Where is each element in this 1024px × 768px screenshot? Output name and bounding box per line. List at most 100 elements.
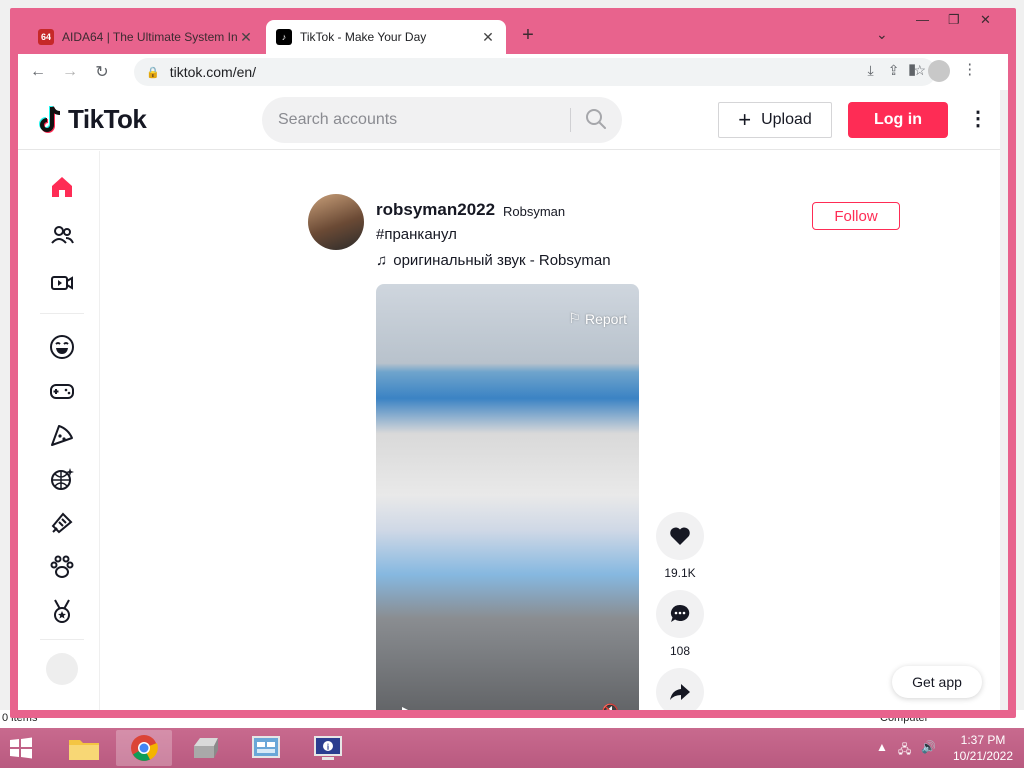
share-icon[interactable]: ⇪: [888, 62, 900, 79]
dance-icon[interactable]: [48, 465, 76, 493]
new-tab-button[interactable]: +: [516, 24, 540, 48]
gaming-icon[interactable]: [48, 377, 76, 405]
chrome-icon: [131, 735, 158, 761]
following-icon[interactable]: [48, 221, 76, 249]
author-avatar[interactable]: [308, 194, 364, 250]
sports-icon[interactable]: [48, 597, 76, 625]
browser-window: 64 AIDA64 | The Ultimate System In ✕ ♪ T…: [10, 8, 1016, 718]
tab-aida64[interactable]: 64 AIDA64 | The Ultimate System In ✕: [28, 20, 264, 54]
tiktok-page: TikTok + Upload Log in ⋮: [18, 90, 1008, 710]
food-icon[interactable]: [48, 421, 76, 449]
like-count: 19.1K: [664, 566, 696, 580]
minimize-icon[interactable]: —: [916, 12, 929, 27]
play-icon[interactable]: ▶: [402, 703, 413, 710]
lock-icon: 🔒: [146, 66, 160, 79]
taskbar-system-info[interactable]: i: [300, 730, 356, 766]
tab-strip: 64 AIDA64 | The Ultimate System In ✕ ♪ T…: [10, 8, 1016, 54]
search-divider: [570, 108, 571, 132]
aida64-favicon: 64: [38, 29, 54, 45]
login-button[interactable]: Log in: [848, 102, 948, 138]
system-tray: ▲ 🖧 🔊: [876, 740, 936, 761]
system-info-icon: i: [314, 736, 342, 760]
home-icon[interactable]: [48, 173, 76, 201]
close-window-icon[interactable]: ✕: [980, 12, 991, 28]
install-icon[interactable]: ⤓: [868, 62, 874, 79]
get-app-button[interactable]: Get app: [892, 666, 982, 698]
tiktok-sidebar: [18, 151, 100, 710]
comment-icon: [670, 604, 690, 622]
tab-title: TikTok - Make Your Day: [300, 30, 427, 44]
like-button[interactable]: [656, 512, 704, 560]
animals-icon[interactable]: [48, 553, 76, 581]
start-button[interactable]: [6, 734, 40, 762]
upload-label: Upload: [761, 111, 812, 128]
tiktok-header: TikTok + Upload Log in ⋮: [18, 90, 1008, 150]
flag-icon: ⚐: [568, 310, 581, 326]
heart-icon: [670, 527, 690, 545]
tiktok-wordmark: TikTok: [68, 104, 147, 134]
taskbar: i ▲ 🖧 🔊 1:37 PM 10/21/2022: [0, 728, 1024, 768]
network-icon[interactable]: 🖧: [898, 740, 911, 761]
music-note-icon: ♫: [376, 252, 388, 269]
comment-button[interactable]: [656, 590, 704, 638]
side-panel-icon[interactable]: ▮: [908, 60, 916, 82]
upload-button[interactable]: + Upload: [718, 102, 832, 138]
folder-icon: [69, 740, 99, 760]
follow-button[interactable]: Follow: [812, 202, 900, 230]
sidebar-divider: [40, 639, 84, 640]
share-button[interactable]: [656, 668, 704, 710]
page-scrollbar[interactable]: [1000, 90, 1008, 710]
close-tab-icon[interactable]: ✕: [480, 29, 496, 46]
comedy-icon[interactable]: [48, 333, 76, 361]
maximize-icon[interactable]: ❐: [948, 12, 960, 28]
tab-tiktok[interactable]: ♪ TikTok - Make Your Day ✕: [266, 20, 506, 54]
plus-icon: +: [738, 107, 752, 132]
tiktok-logo-icon: [39, 105, 61, 133]
taskbar-disk-tool[interactable]: [178, 730, 234, 766]
video-player[interactable]: ⚐ Report ▶ 🔇: [376, 284, 639, 710]
taskbar-chrome[interactable]: [116, 730, 172, 766]
beauty-icon[interactable]: [48, 509, 76, 537]
volume-icon[interactable]: 🔊: [921, 740, 936, 761]
sidebar-divider: [40, 313, 84, 314]
forward-arrow-icon[interactable]: →: [54, 56, 86, 88]
sidebar-avatar-placeholder[interactable]: [46, 653, 78, 685]
taskbar-control-panel[interactable]: [238, 730, 294, 766]
clock-date: 10/21/2022: [952, 749, 1014, 763]
muted-speaker-icon[interactable]: 🔇: [602, 703, 619, 710]
windows-logo-icon: [10, 737, 32, 759]
browser-toolbar: ← → ↻ 🔒 tiktok.com/en/ ⤓ ⇪ ☆ ▮ ⋮: [18, 54, 1008, 90]
tab-title: AIDA64 | The Ultimate System In: [62, 30, 238, 44]
control-panel-icon: [252, 736, 280, 758]
video-feed: robsyman2022 Robsyman #пранканул ♫ ориги…: [306, 182, 906, 710]
toolbar-right: ▮ ⋮: [908, 60, 977, 82]
tray-expand-icon[interactable]: ▲: [876, 740, 888, 761]
tab-search-chevron-icon[interactable]: ⌄: [876, 26, 888, 43]
more-options-icon[interactable]: ⋮: [968, 106, 988, 131]
address-bar[interactable]: 🔒 tiktok.com/en/ ⤓ ⇪ ☆: [134, 58, 936, 86]
tiktok-favicon: ♪: [276, 29, 292, 45]
music-title: оригинальный звук - Robsyman: [393, 252, 611, 269]
close-tab-icon[interactable]: ✕: [238, 29, 254, 46]
clock-time: 1:37 PM: [960, 733, 1006, 747]
report-button[interactable]: ⚐ Report: [568, 310, 627, 327]
search-input[interactable]: [278, 111, 558, 129]
live-icon[interactable]: [48, 269, 76, 297]
comment-count: 108: [669, 644, 691, 658]
search-icon[interactable]: [584, 107, 608, 131]
taskbar-clock[interactable]: 1:37 PM 10/21/2022: [948, 732, 1018, 764]
share-arrow-icon: [670, 684, 690, 700]
author-nickname[interactable]: Robsyman: [503, 204, 565, 219]
tiktok-logo[interactable]: TikTok: [38, 104, 147, 135]
taskbar-file-explorer[interactable]: [56, 730, 112, 766]
video-caption[interactable]: #пранканул: [376, 226, 457, 243]
reload-icon[interactable]: ↻: [86, 56, 118, 88]
chrome-menu-icon[interactable]: ⋮: [962, 60, 977, 82]
drive-icon: [194, 738, 218, 758]
back-arrow-icon[interactable]: ←: [22, 56, 54, 88]
url-text: tiktok.com/en/: [169, 64, 257, 80]
profile-avatar[interactable]: [928, 60, 951, 82]
music-link[interactable]: ♫ оригинальный звук - Robsyman: [376, 252, 611, 269]
report-label: Report: [584, 310, 627, 327]
author-username[interactable]: robsyman2022: [376, 200, 495, 220]
